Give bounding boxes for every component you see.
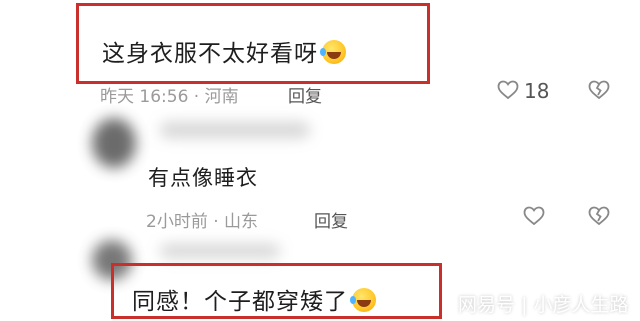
avatar[interactable] [92,118,136,168]
comment-text: 同感！个子都穿矮了 [132,289,348,315]
laughing-crying-emoji-icon [350,288,376,312]
username-blurred[interactable] [160,122,310,138]
watermark: 网易号 | 小彦人生路 [458,290,629,317]
comment-meta: 昨天 16:56 · 河南 [100,82,239,107]
comment-1: 这身衣服不太好看呀 [102,34,346,68]
username-blurred[interactable] [160,244,280,258]
reply-button[interactable]: 回复 [314,207,348,232]
heart-icon [523,206,545,226]
heart-icon [497,80,519,100]
comment-text: 有点像睡衣 [148,166,258,190]
reply-button[interactable]: 回复 [288,82,322,107]
comment-text: 这身衣服不太好看呀 [102,41,318,67]
dislike-button[interactable] [588,80,610,104]
like-button[interactable] [497,80,519,100]
like-count: 18 [524,79,550,103]
broken-heart-icon [588,80,610,100]
comment-time-location: 2小时前 · 山东 [146,212,259,232]
watermark-separator: | [521,294,528,316]
dislike-button[interactable] [588,206,610,230]
broken-heart-icon [588,206,610,226]
comment-3: 同感！个子都穿矮了 [132,282,376,316]
comment-time-location: 昨天 16:56 · 河南 [100,87,239,107]
watermark-author: 小彦人生路 [533,294,629,316]
watermark-source: 网易号 [458,294,516,316]
laughing-crying-emoji-icon [320,40,346,64]
like-button[interactable] [523,206,545,230]
